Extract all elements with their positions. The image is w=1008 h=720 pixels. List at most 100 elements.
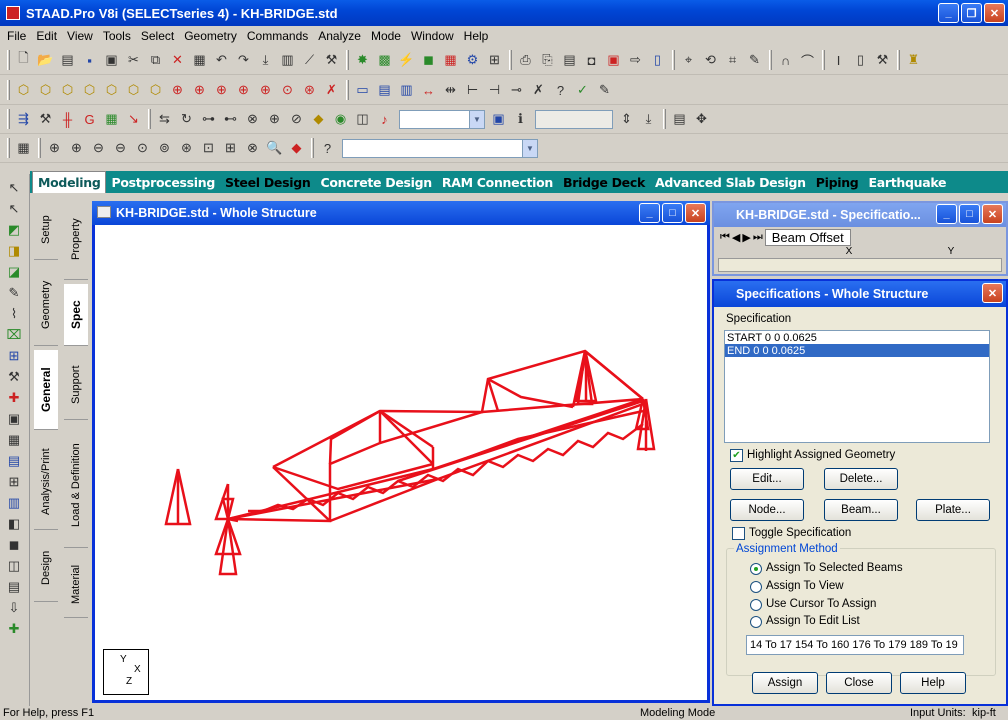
material-icon[interactable]: ◉ xyxy=(330,109,351,129)
3d-view-icon[interactable]: ◆ xyxy=(286,138,307,158)
curve-icon[interactable]: ⌒ xyxy=(797,50,818,70)
select-tool-icon[interactable]: ⌖ xyxy=(678,50,699,70)
new-view-icon[interactable]: ⊡ xyxy=(198,138,219,158)
view-combo[interactable]: ▼ xyxy=(342,138,538,158)
display-options-icon[interactable]: ▣ xyxy=(488,109,509,129)
send-down-icon[interactable]: ⤓ xyxy=(638,109,659,129)
open-icon[interactable]: ▤ xyxy=(57,50,78,70)
specification-list[interactable]: START 0 0 0.0625 END 0 0 0.0625 xyxy=(724,330,990,443)
support-select-icon[interactable]: ⊙ xyxy=(277,80,298,100)
edit-list-input[interactable]: 14 To 17 154 To 160 176 To 179 189 To 19 xyxy=(746,635,964,655)
zoom-out-icon[interactable]: ⊖ xyxy=(88,138,109,158)
page-tab-modeling[interactable]: Modeling xyxy=(32,171,107,193)
node-select3-icon[interactable]: ⊕ xyxy=(255,80,276,100)
page-tab-postprocessing[interactable]: Postprocessing xyxy=(106,172,220,193)
menu-edit[interactable]: Edit xyxy=(31,29,62,43)
add-beam-icon[interactable]: ╫ xyxy=(57,109,78,129)
menu-select[interactable]: Select xyxy=(136,29,179,43)
grid-generate-icon[interactable]: G xyxy=(79,109,100,129)
menu-tools[interactable]: Tools xyxy=(98,29,136,43)
renumber-icon[interactable]: ⊘ xyxy=(286,109,307,129)
select-surfaces-icon[interactable]: ◨ xyxy=(4,241,25,261)
structure-wizard-icon[interactable]: ✸ xyxy=(352,50,373,70)
arch-icon[interactable]: ∩ xyxy=(775,50,796,70)
rotate-view-icon[interactable]: ⊗ xyxy=(242,138,263,158)
menu-mode[interactable]: Mode xyxy=(366,29,406,43)
delete-icon[interactable]: ✕ xyxy=(167,50,188,70)
side-tab-load-definition[interactable]: Load & Definition xyxy=(64,424,88,548)
minimize-button[interactable]: _ xyxy=(938,3,959,23)
select-geometry-icon[interactable]: ✎ xyxy=(4,283,25,303)
side-tab-design[interactable]: Design xyxy=(34,534,58,602)
lock-icon[interactable]: ♜ xyxy=(903,50,924,70)
pick-icon[interactable]: ✥ xyxy=(691,109,712,129)
edit-tool-icon[interactable]: ▦ xyxy=(4,430,25,450)
side-tab-spec[interactable]: Spec xyxy=(64,284,88,346)
zoom-previous-icon[interactable]: ⊚ xyxy=(154,138,175,158)
viewport-maximize-button[interactable]: □ xyxy=(662,203,683,223)
tool-icon[interactable]: ⚒ xyxy=(872,50,893,70)
spec-close-button[interactable]: ✕ xyxy=(982,283,1003,303)
radio-view[interactable] xyxy=(750,581,762,593)
group-tool-icon[interactable]: ✚ xyxy=(4,619,25,639)
cursor-tool-icon[interactable]: ▣ xyxy=(4,409,25,429)
property-icon[interactable]: ◫ xyxy=(352,109,373,129)
load-select-icon[interactable]: ⊛ xyxy=(299,80,320,100)
node-cursor-icon[interactable]: ⬡ xyxy=(13,80,34,100)
dimension-node-icon[interactable]: ⇹ xyxy=(440,80,461,100)
cursor-select-icon[interactable]: ✗ xyxy=(321,80,342,100)
bo-minimize-button[interactable]: _ xyxy=(936,204,957,224)
side-tab-geometry[interactable]: Geometry xyxy=(34,264,58,346)
zoom-tool-icon[interactable]: ⟲ xyxy=(700,50,721,70)
node-selector-combo[interactable]: ▼ xyxy=(399,109,485,129)
beam-cursor-icon[interactable]: ⬡ xyxy=(35,80,56,100)
dimension-icon[interactable]: ⌗ xyxy=(722,50,743,70)
annotate-icon[interactable]: ✎ xyxy=(744,50,765,70)
plate-tool-icon[interactable]: ⊞ xyxy=(4,472,25,492)
spin-icon[interactable]: ⇕ xyxy=(616,109,637,129)
calculator-icon[interactable]: ▥ xyxy=(277,50,298,70)
first-tab-icon[interactable]: ⏮ xyxy=(720,231,730,244)
side-tab-general[interactable]: General xyxy=(34,350,58,430)
beam-section-icon[interactable]: I xyxy=(828,50,849,70)
mark-icon[interactable]: ⊸ xyxy=(506,80,527,100)
redo-icon[interactable]: ↷ xyxy=(233,50,254,70)
member-select2-icon[interactable]: ⊕ xyxy=(189,80,210,100)
picture-icon[interactable]: ▣ xyxy=(603,50,624,70)
print-icon[interactable]: ⎙ xyxy=(515,50,536,70)
solid-cursor-icon[interactable]: ⬡ xyxy=(101,80,122,100)
delete-button[interactable]: Delete... xyxy=(824,468,898,490)
insert-node-icon[interactable]: ↘ xyxy=(123,109,144,129)
help-button[interactable]: Help xyxy=(900,672,966,694)
output-tool-icon[interactable]: ▤ xyxy=(4,577,25,597)
dynamic-zoom-icon[interactable]: ▦ xyxy=(13,138,34,158)
beam-tool-icon[interactable]: ▤ xyxy=(4,451,25,471)
add-node-icon[interactable]: ✚ xyxy=(4,388,25,408)
hammer-icon[interactable]: ⚒ xyxy=(321,50,342,70)
bo-maximize-button[interactable]: □ xyxy=(959,204,980,224)
new-file-icon[interactable]: 🗋 xyxy=(13,50,34,70)
snap-node-icon[interactable]: ▦ xyxy=(101,109,122,129)
radio-selected-beams[interactable] xyxy=(750,563,762,575)
node-select2-icon[interactable]: ⊕ xyxy=(233,80,254,100)
page-tab-bridge-deck[interactable]: Bridge Deck xyxy=(558,172,650,193)
release-icon[interactable]: ♪ xyxy=(374,109,395,129)
snap-grid-icon[interactable]: ▩ xyxy=(374,50,395,70)
table-tool-icon[interactable]: ▥ xyxy=(4,493,25,513)
cross-icon[interactable]: ✗ xyxy=(528,80,549,100)
select-beams-icon[interactable]: ↖ xyxy=(4,199,25,219)
menu-help[interactable]: Help xyxy=(459,29,494,43)
save-icon[interactable]: ▪ xyxy=(79,50,100,70)
display-icon[interactable]: ▦ xyxy=(440,50,461,70)
close-button[interactable]: ✕ xyxy=(984,3,1005,23)
menu-view[interactable]: View xyxy=(62,29,98,43)
zoom-dynamic-icon[interactable]: ⊖ xyxy=(110,138,131,158)
horizontal-scrollbar[interactable] xyxy=(718,258,1002,272)
viewport-minimize-button[interactable]: _ xyxy=(639,203,660,223)
report-icon[interactable]: ▤ xyxy=(559,50,580,70)
close-button-spec[interactable]: Close xyxy=(826,672,892,694)
ruler-icon[interactable]: ⟋ xyxy=(299,50,320,70)
move-down-icon[interactable]: ⤓ xyxy=(255,50,276,70)
stretch-icon[interactable]: ⚒ xyxy=(35,109,56,129)
rotate-icon[interactable]: ↻ xyxy=(176,109,197,129)
